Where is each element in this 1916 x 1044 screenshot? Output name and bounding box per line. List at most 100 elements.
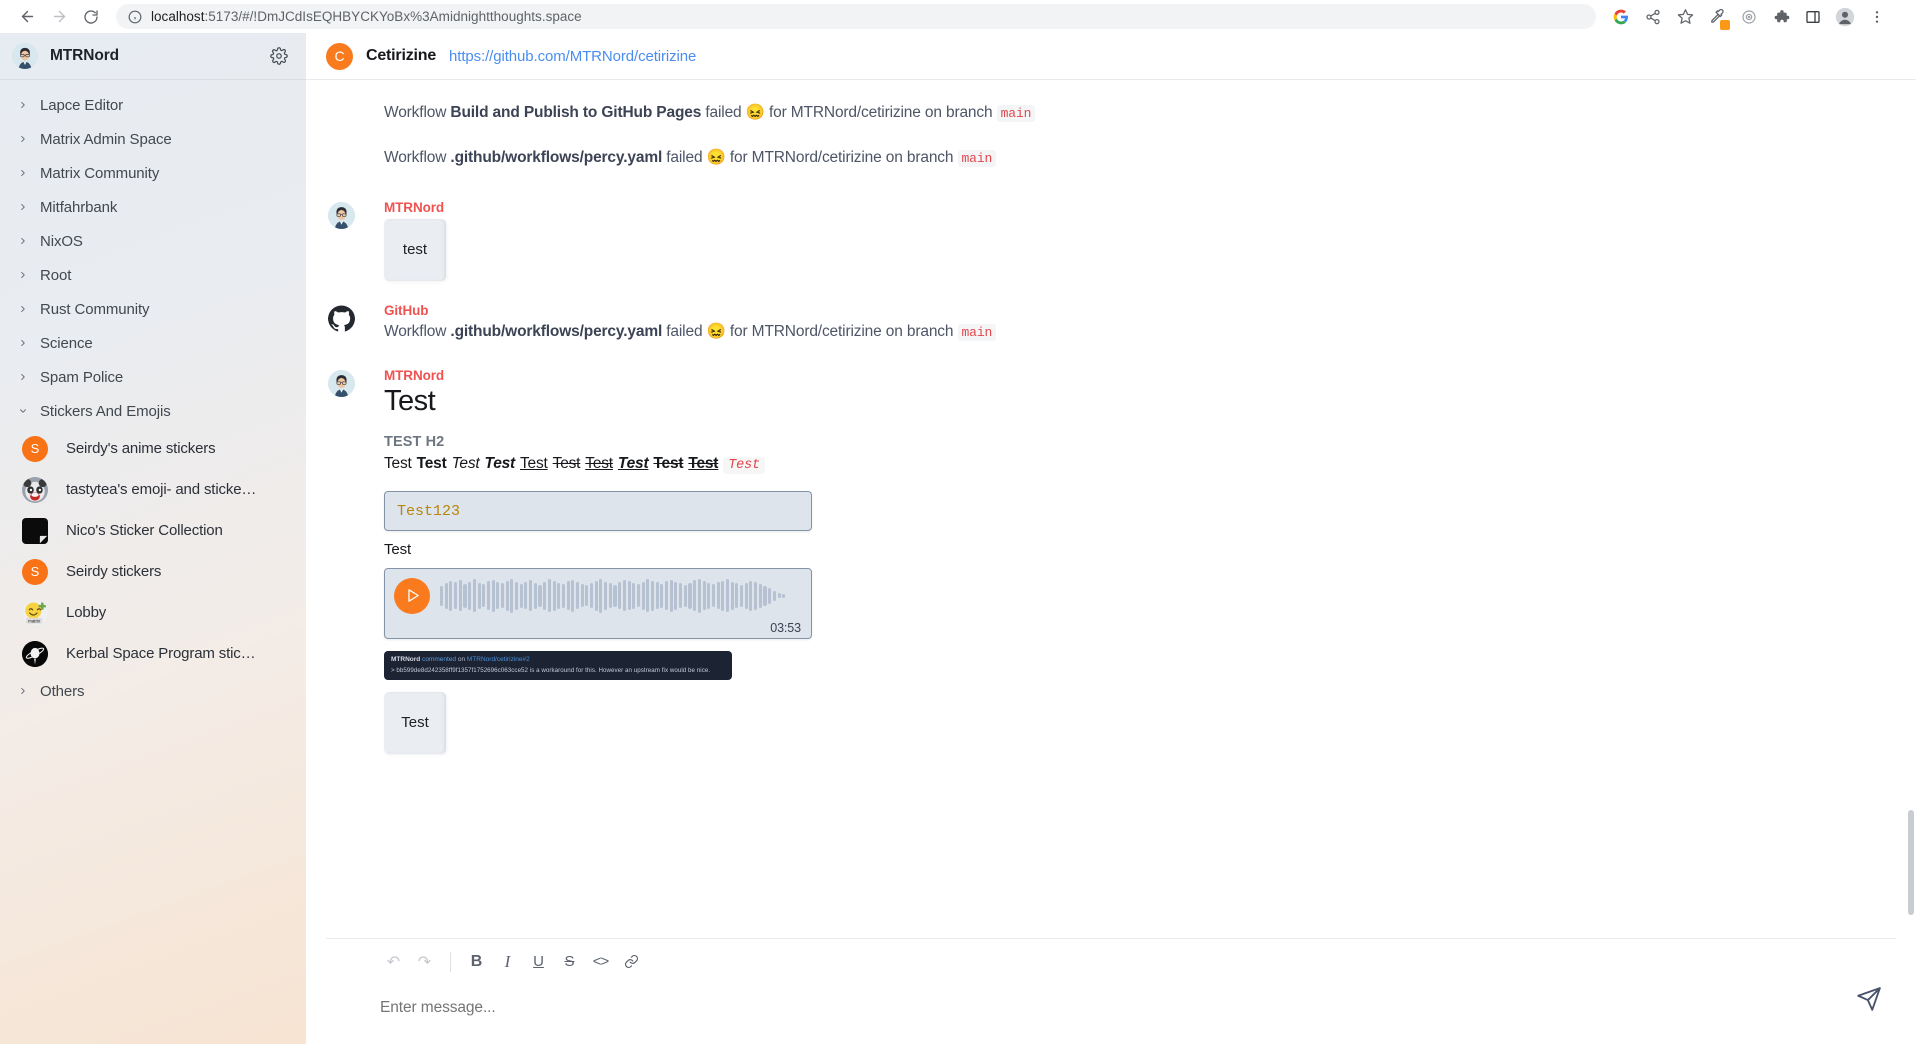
- chevron-right-icon[interactable]: [18, 202, 28, 212]
- sidebar-space-others[interactable]: Others: [0, 674, 306, 708]
- message-input-area[interactable]: [326, 984, 1896, 1044]
- profile-avatar-icon[interactable]: [1834, 6, 1856, 28]
- sidebar-space-lapce-editor[interactable]: Lapce Editor: [0, 88, 306, 122]
- github-embed-on: on: [457, 655, 466, 663]
- back-arrow-icon[interactable]: [12, 2, 42, 32]
- underline-button[interactable]: U: [523, 946, 554, 977]
- notice-branch-code: main: [996, 105, 1036, 122]
- notice-prefix: Workflow: [384, 104, 451, 121]
- format-sample-bold-underline-strike: Test: [688, 454, 719, 472]
- bold-button[interactable]: B: [461, 946, 492, 977]
- timeline-scrollbar[interactable]: [1908, 810, 1914, 915]
- message-body: MTRNord test: [384, 200, 1896, 281]
- sidebar-space-matrix-admin-space[interactable]: Matrix Admin Space: [0, 122, 306, 156]
- chevron-down-icon[interactable]: [18, 406, 28, 416]
- play-icon[interactable]: [394, 577, 430, 614]
- sticker-image[interactable]: Test: [384, 691, 446, 754]
- bookmark-star-icon[interactable]: [1674, 6, 1696, 28]
- avatar[interactable]: [328, 369, 355, 397]
- waveform-bar: [641, 581, 645, 610]
- waveform-bar: [585, 585, 589, 607]
- eyedropper-icon[interactable]: [1706, 6, 1730, 30]
- github-logo-icon[interactable]: [328, 304, 355, 332]
- chevron-right-icon[interactable]: [18, 236, 28, 246]
- sidebar-space-matrix-community[interactable]: Matrix Community: [0, 156, 306, 190]
- message-sender[interactable]: GitHub: [384, 303, 1896, 318]
- waveform-bar: [754, 581, 758, 610]
- waveform-bar: [571, 579, 575, 612]
- sidebar-room-item[interactable]: matrix Lobby: [0, 592, 306, 633]
- waveform-bar: [468, 581, 472, 610]
- target-icon[interactable]: [1738, 6, 1760, 28]
- notice-line: Workflow .github/workflows/percy.yaml fa…: [384, 321, 1896, 344]
- sidebar-space-stickers-and-emojis[interactable]: Stickers And Emojis: [0, 394, 306, 428]
- message-input[interactable]: [378, 998, 978, 1018]
- formatting-samples: Test Test Test Test Test Test Test Test Test Test…: [384, 454, 1896, 474]
- link-button[interactable]: [616, 946, 647, 977]
- chevron-right-icon[interactable]: [18, 372, 28, 382]
- waveform-bar: [716, 582, 720, 610]
- italic-button[interactable]: I: [492, 946, 523, 977]
- github-embed-header: MTRNord commented on MTRNord/cetirizine#…: [391, 656, 725, 663]
- github-comment-embed[interactable]: MTRNord commented on MTRNord/cetirizine#…: [384, 650, 732, 680]
- sidebar-space-rust-community[interactable]: Rust Community: [0, 292, 306, 326]
- forward-arrow-icon[interactable]: [44, 2, 74, 32]
- extensions-puzzle-icon[interactable]: [1770, 6, 1792, 28]
- sidebar-space-root[interactable]: Root: [0, 258, 306, 292]
- chevron-right-icon[interactable]: [18, 304, 28, 314]
- audio-player[interactable]: 03:53: [384, 567, 812, 639]
- room-avatar: S: [22, 435, 48, 462]
- chevron-right-icon[interactable]: [18, 686, 28, 696]
- room-label: Seirdy stickers: [66, 563, 162, 580]
- message-timeline[interactable]: Workflow Build and Publish to GitHub Pag…: [306, 80, 1916, 938]
- waveform-bar: [772, 590, 776, 601]
- chevron-right-icon[interactable]: [18, 168, 28, 178]
- waveform-bar: [744, 582, 748, 609]
- code-button[interactable]: <>: [585, 946, 616, 977]
- sidebar-space-spam-police[interactable]: Spam Police: [0, 360, 306, 394]
- formatting-toolbar: ↶ ↷ B I U S <>: [326, 938, 1896, 984]
- google-icon[interactable]: [1610, 6, 1632, 28]
- chevron-right-icon[interactable]: [18, 270, 28, 280]
- waveform-bar: [482, 584, 486, 608]
- sidebar-room-item[interactable]: Kerbal Space Program sticker...: [0, 633, 306, 674]
- sidebar-room-item[interactable]: Nico's Sticker Collection: [0, 510, 306, 551]
- sticker-image[interactable]: test: [384, 218, 446, 281]
- chevron-right-icon[interactable]: [18, 134, 28, 144]
- sidebar-space-nixos[interactable]: NixOS: [0, 224, 306, 258]
- github-embed-target[interactable]: MTRNord/cetirizine#2: [467, 656, 530, 663]
- space-label: NixOS: [40, 232, 83, 250]
- sidebar-space-mitfahrbank[interactable]: Mitfahrbank: [0, 190, 306, 224]
- site-info-icon[interactable]: [128, 10, 142, 24]
- strikethrough-button[interactable]: S: [554, 946, 585, 977]
- notice-line: Workflow Build and Publish to GitHub Pag…: [306, 102, 1916, 125]
- waveform-bar: [580, 584, 584, 608]
- room-topic-link[interactable]: https://github.com/MTRNord/cetirizine: [449, 48, 696, 65]
- side-panel-icon[interactable]: [1802, 6, 1824, 28]
- waveform-bar: [725, 579, 730, 613]
- share-icon[interactable]: [1642, 6, 1664, 28]
- sidebar-room-item[interactable]: S Seirdy's anime stickers: [0, 428, 306, 469]
- waveform-bar: [440, 585, 444, 606]
- main-panel: C Cetirizine https://github.com/MTRNord/…: [306, 33, 1916, 1044]
- space-list: Lapce Editor Matrix Admin Space Matrix Com…: [0, 80, 306, 1044]
- user-avatar[interactable]: [12, 43, 38, 69]
- chevron-right-icon[interactable]: [18, 100, 28, 110]
- waveform-bar: [683, 584, 687, 607]
- sidebar-room-item[interactable]: tastytea's emoji- and sticker-...: [0, 469, 306, 510]
- message-sender[interactable]: MTRNord: [384, 368, 1896, 383]
- chevron-right-icon[interactable]: [18, 338, 28, 348]
- sidebar-space-science[interactable]: Science: [0, 326, 306, 360]
- sidebar-room-item[interactable]: S Seirdy stickers: [0, 551, 306, 592]
- send-paper-plane-icon[interactable]: [1852, 982, 1886, 1016]
- audio-waveform[interactable]: [440, 576, 802, 616]
- address-bar[interactable]: localhost:5173/#/!DmJCdIsEQHBYCKYoBx%3Am…: [116, 4, 1596, 29]
- avatar[interactable]: [328, 201, 355, 229]
- waveform-bar: [674, 581, 678, 610]
- format-sample-underline-strike: Test: [585, 454, 613, 472]
- gear-icon[interactable]: [268, 45, 290, 67]
- message-sender[interactable]: MTRNord: [384, 200, 1896, 215]
- chrome-menu-icon[interactable]: [1866, 6, 1888, 28]
- reload-icon[interactable]: [76, 2, 106, 32]
- notice-middle: failed 😖 for MTRNord/cetirizine on branc…: [662, 148, 958, 166]
